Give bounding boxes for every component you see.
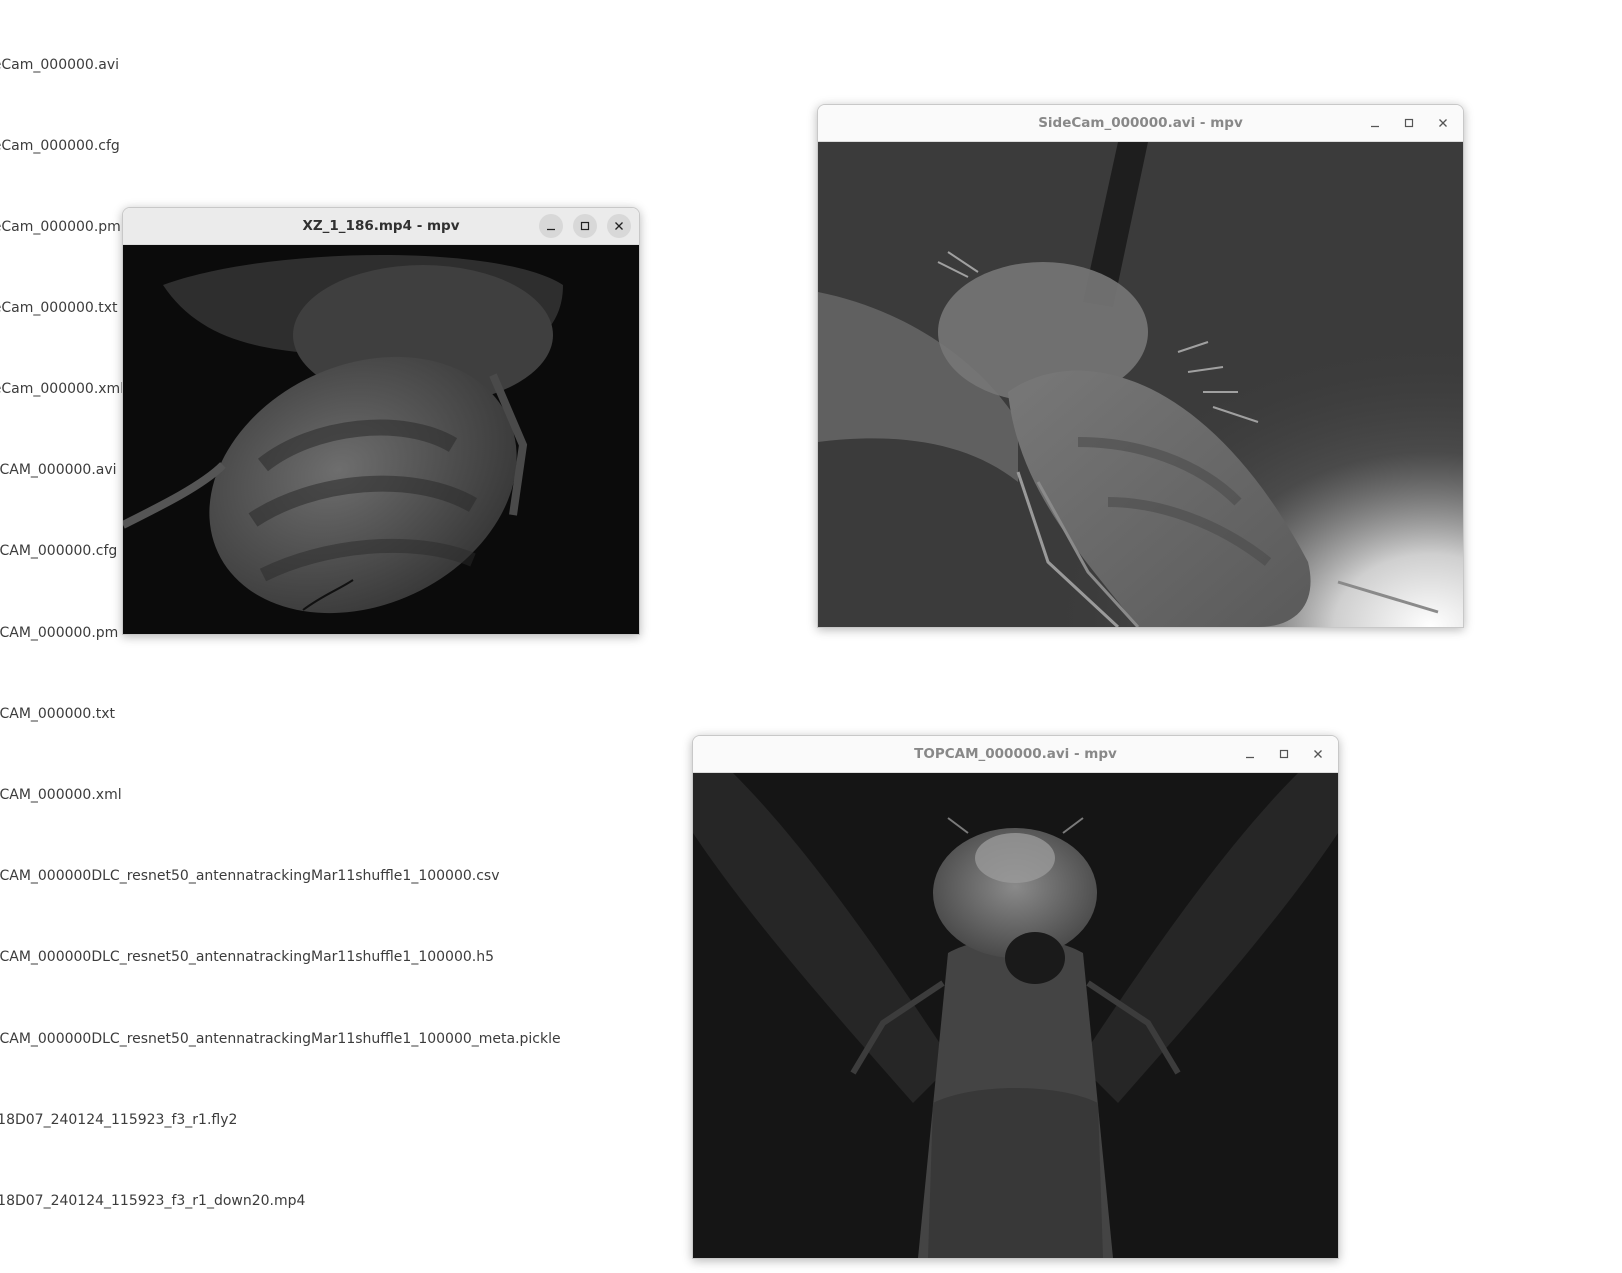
video-frame[interactable]	[693, 773, 1338, 1258]
file-name: nx18D07_240124_115923_f3_r1.fly2	[0, 1112, 238, 1128]
file-item[interactable]: ideCam_000000.avi	[0, 56, 119, 74]
file-item[interactable]: ideCam_000000.cfg	[0, 137, 120, 155]
file-name: OPCAM_000000.cfg	[0, 543, 118, 559]
file-name: OPCAM_000000.txt	[0, 706, 116, 722]
file-name: OPCAM_000000.pm	[0, 625, 119, 641]
titlebar[interactable]: TOPCAM_000000.avi - mpv	[693, 736, 1338, 773]
fly-side-view-image	[818, 142, 1463, 627]
file-name: nx18D07_240124_115923_f3_r1_down20.mp4	[0, 1193, 306, 1209]
close-button[interactable]	[1306, 742, 1330, 766]
minimize-icon	[547, 228, 555, 231]
file-item[interactable]: OPCAM_000000.txt	[0, 705, 115, 723]
mpv-window-topcam[interactable]: TOPCAM_000000.avi - mpv	[692, 735, 1339, 1259]
file-item[interactable]: ideCam_000000.txt	[0, 299, 118, 317]
file-name: ideCam_000000.txt	[0, 300, 118, 316]
file-name: OPCAM_000000DLC_resnet50_antennatracking…	[0, 1031, 561, 1047]
fly-top-view-image	[693, 773, 1338, 1258]
titlebar[interactable]: SideCam_000000.avi - mpv	[818, 105, 1463, 142]
file-item[interactable]: OPCAM_000000.cfg	[0, 542, 117, 560]
close-icon	[1439, 119, 1447, 127]
close-icon	[1314, 750, 1322, 758]
file-name: OPCAM_000000.xml	[0, 787, 122, 803]
file-name: OPCAM_000000DLC_resnet50_antennatracking…	[0, 868, 500, 884]
titlebar[interactable]: XZ_1_186.mp4 - mpv	[123, 208, 639, 245]
file-item[interactable]: ideCam_000000.pm	[0, 218, 121, 236]
file-item[interactable]: OPCAM_000000.xml	[0, 786, 122, 804]
maximize-icon	[580, 221, 590, 231]
maximize-button[interactable]	[1397, 111, 1421, 135]
minimize-button[interactable]	[1363, 111, 1387, 135]
file-item[interactable]: OPCAM_000000DLC_resnet50_antennatracking…	[0, 1030, 561, 1048]
close-icon	[615, 222, 623, 230]
maximize-button[interactable]	[1272, 742, 1296, 766]
mpv-window-sidecam[interactable]: SideCam_000000.avi - mpv	[817, 104, 1464, 628]
file-item[interactable]: OPCAM_000000DLC_resnet50_antennatracking…	[0, 948, 494, 966]
minimize-icon	[1246, 756, 1254, 759]
file-name: ideCam_000000.cfg	[0, 138, 120, 154]
minimize-icon	[1371, 125, 1379, 128]
file-item[interactable]: nx18D07_240124_115923_f3_r1_down20.mp4	[0, 1192, 305, 1210]
video-frame[interactable]	[123, 245, 639, 634]
file-item[interactable]: nx18D07_240124_115923_f3_r1.fly2	[0, 1111, 237, 1129]
file-item[interactable]: ideCam_000000.xml	[0, 380, 124, 398]
maximize-icon	[1279, 749, 1289, 759]
maximize-icon	[1404, 118, 1414, 128]
file-item[interactable]: OPCAM_000000.avi	[0, 461, 117, 479]
close-button[interactable]	[607, 214, 631, 238]
file-name: OPCAM_000000DLC_resnet50_antennatracking…	[0, 949, 494, 965]
fly-xz-view-image	[123, 245, 639, 634]
minimize-button[interactable]	[539, 214, 563, 238]
desktop: ideCam_000000.avi ideCam_000000.cfg ideC…	[0, 0, 1622, 1273]
file-name: ideCam_000000.pm	[0, 219, 121, 235]
maximize-button[interactable]	[573, 214, 597, 238]
mpv-window-xz[interactable]: XZ_1_186.mp4 - mpv	[122, 207, 640, 635]
file-item[interactable]: OPCAM_000000DLC_resnet50_antennatracking…	[0, 867, 500, 885]
close-button[interactable]	[1431, 111, 1455, 135]
file-name: ideCam_000000.avi	[0, 57, 120, 73]
minimize-button[interactable]	[1238, 742, 1262, 766]
video-frame[interactable]	[818, 142, 1463, 627]
file-name: ideCam_000000.xml	[0, 381, 125, 397]
file-name: OPCAM_000000.avi	[0, 462, 117, 478]
file-item[interactable]: OPCAM_000000.pm	[0, 624, 118, 642]
